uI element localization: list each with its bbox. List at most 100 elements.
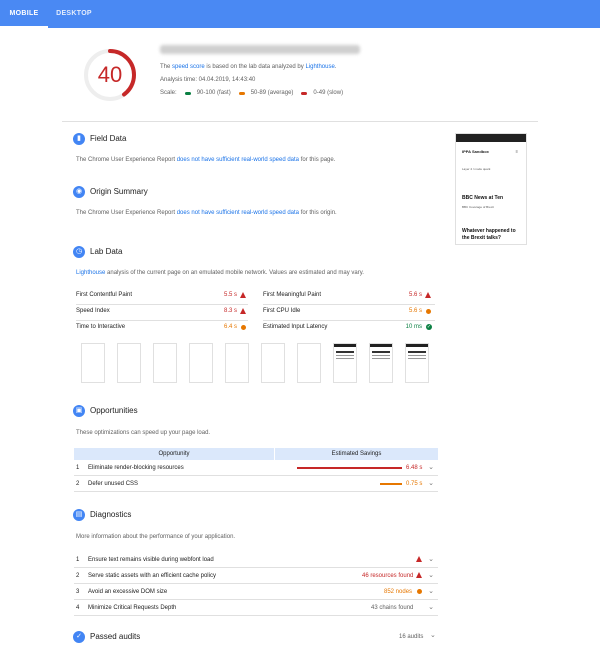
metric-value: 10 ms	[405, 324, 422, 330]
col-opportunity: Opportunity	[158, 451, 190, 457]
origin-summary-title: Origin Summary	[90, 187, 148, 196]
row-label: Avoid an excessive DOM size	[88, 589, 168, 595]
chevron-down-icon[interactable]: ⌄	[428, 479, 434, 487]
col-estimated-savings: Estimated Savings	[274, 448, 438, 460]
fail-triangle-icon	[416, 556, 422, 562]
diagnostic-row[interactable]: 1 Ensure text remains visible during web…	[74, 552, 438, 568]
metric-value: 6.4 s	[223, 324, 237, 330]
row-label: Defer unused CSS	[88, 481, 139, 487]
bar-chart-icon: ▮	[73, 133, 85, 145]
opportunities-table-header: Opportunity Estimated Savings	[74, 448, 438, 460]
lab-data-title: Lab Data	[90, 247, 123, 256]
row-value: 6.48 s	[406, 465, 423, 471]
metric-divider	[263, 320, 435, 321]
diagnostic-row[interactable]: 2 Serve static assets with an efficient …	[74, 568, 438, 584]
fail-triangle-icon	[240, 308, 246, 314]
diagnostic-row[interactable]: 4 Minimize Critical Requests Depth 43 ch…	[74, 600, 438, 616]
row-value: 852 nodes	[384, 589, 413, 595]
savings-bar	[297, 467, 402, 469]
metric-divider	[76, 320, 248, 321]
fail-triangle-icon	[425, 292, 431, 298]
lighthouse-link[interactable]: Lighthouse	[305, 64, 334, 70]
row-number: 1	[76, 557, 80, 563]
tab-bar: MOBILE DESKTOP	[0, 0, 600, 28]
score-gauge: 40	[82, 47, 138, 103]
average-pill-icon	[238, 91, 245, 95]
row-value: 43 chains found	[371, 605, 414, 611]
preview-line: Layer 4 / mode quark	[462, 167, 491, 171]
metric-label: Time to Interactive	[76, 324, 126, 330]
metric-value: 8.3 s	[223, 308, 237, 314]
pass-check-icon: ✓	[426, 324, 432, 330]
lab-lighthouse-link[interactable]: Lighthouse	[76, 270, 105, 276]
row-number: 3	[76, 589, 80, 595]
filmstrip-frame	[81, 343, 105, 383]
preview-headline: BBC News at Ten	[462, 195, 504, 201]
savings-bar	[380, 483, 402, 485]
row-value: 46 resources found	[362, 573, 414, 579]
field-data-title: Field Data	[90, 134, 127, 143]
metric-value: 5.5 s	[223, 292, 237, 298]
metric-label: Speed Index	[76, 308, 110, 314]
metric-value: 5.6 s	[408, 292, 422, 298]
opportunity-row[interactable]: 1 Eliminate render-blocking resources 6.…	[74, 460, 438, 476]
filmstrip-frame	[297, 343, 321, 383]
metric-label: First Meaningful Paint	[263, 292, 322, 298]
row-number: 2	[76, 573, 80, 579]
opportunity-row[interactable]: 2 Defer unused CSS 0.75 s ⌄	[74, 476, 438, 492]
speed-score-link[interactable]: speed score	[172, 64, 205, 70]
preview-headline: the Brexit talks?	[462, 235, 501, 241]
chevron-down-icon[interactable]: ⌄	[428, 603, 434, 611]
chevron-down-icon[interactable]: ⌄	[430, 631, 436, 639]
check-icon: ✓	[73, 631, 85, 643]
field-data-link[interactable]: does not have sufficient real-world spee…	[177, 157, 299, 163]
chevron-down-icon[interactable]: ⌄	[428, 463, 434, 471]
diagnostics-title: Diagnostics	[90, 510, 132, 519]
fail-triangle-icon	[240, 292, 246, 298]
clipboard-icon: ▤	[73, 509, 85, 521]
row-label: Eliminate render-blocking resources	[88, 465, 184, 471]
timer-icon: ◷	[73, 246, 85, 258]
tab-desktop[interactable]: DESKTOP	[48, 0, 100, 28]
opportunity-icon: ▣	[73, 405, 85, 417]
fail-triangle-icon	[416, 572, 422, 578]
lab-data-desc: Lighthouse analysis of the current page …	[76, 270, 364, 276]
header-divider	[62, 121, 538, 122]
diagnostics-desc: More information about the performance o…	[76, 534, 236, 540]
page-screenshot: IPPA Sandbox ≡ Layer 4 / mode quark BBC …	[455, 133, 527, 245]
metric-label: First CPU Idle	[263, 308, 301, 314]
chevron-down-icon[interactable]: ⌄	[428, 571, 434, 579]
filmstrip-frame	[405, 343, 429, 383]
row-label: Ensure text remains visible during webfo…	[88, 557, 214, 563]
row-number: 2	[76, 481, 80, 487]
chevron-down-icon[interactable]: ⌄	[428, 587, 434, 595]
origin-summary-link[interactable]: does not have sufficient real-world spee…	[177, 210, 299, 216]
chevron-down-icon[interactable]: ⌄	[428, 555, 434, 563]
origin-summary-desc: The Chrome User Experience Report does n…	[76, 210, 337, 216]
filmstrip-frame	[189, 343, 213, 383]
filmstrip-frame	[117, 343, 141, 383]
tab-mobile[interactable]: MOBILE	[0, 0, 48, 28]
menu-icon: ≡	[515, 149, 518, 154]
preview-line: BBC Coverage of Brexit	[462, 205, 494, 209]
row-value: 0.75 s	[406, 481, 423, 487]
metric-divider	[76, 304, 248, 305]
average-circle-icon	[241, 325, 246, 330]
filmstrip-frame	[153, 343, 177, 383]
score-scale: Scale: 90-100 (fast) 50-89 (average) 0-4…	[160, 90, 344, 96]
metric-divider	[263, 304, 435, 305]
opportunities-desc: These optimizations can speed up your pa…	[76, 430, 211, 436]
preview-site-name: IPPA Sandbox	[462, 149, 489, 154]
opportunities-title: Opportunities	[90, 406, 138, 415]
filmstrip-frame	[369, 343, 393, 383]
analysis-time: Analysis time: 04.04.2019, 14:43:40	[160, 77, 256, 83]
slow-pill-icon	[301, 91, 308, 95]
passed-audits-count: 16 audits	[399, 634, 424, 640]
metric-label: Estimated Input Latency	[263, 324, 328, 330]
average-circle-icon	[417, 589, 422, 594]
filmstrip-frame	[333, 343, 357, 383]
diagnostic-row[interactable]: 3 Avoid an excessive DOM size 852 nodes …	[74, 584, 438, 600]
field-data-desc: The Chrome User Experience Report does n…	[76, 157, 336, 163]
passed-audits-title[interactable]: Passed audits	[90, 632, 140, 641]
speed-score-info: The speed score is based on the lab data…	[160, 64, 337, 70]
